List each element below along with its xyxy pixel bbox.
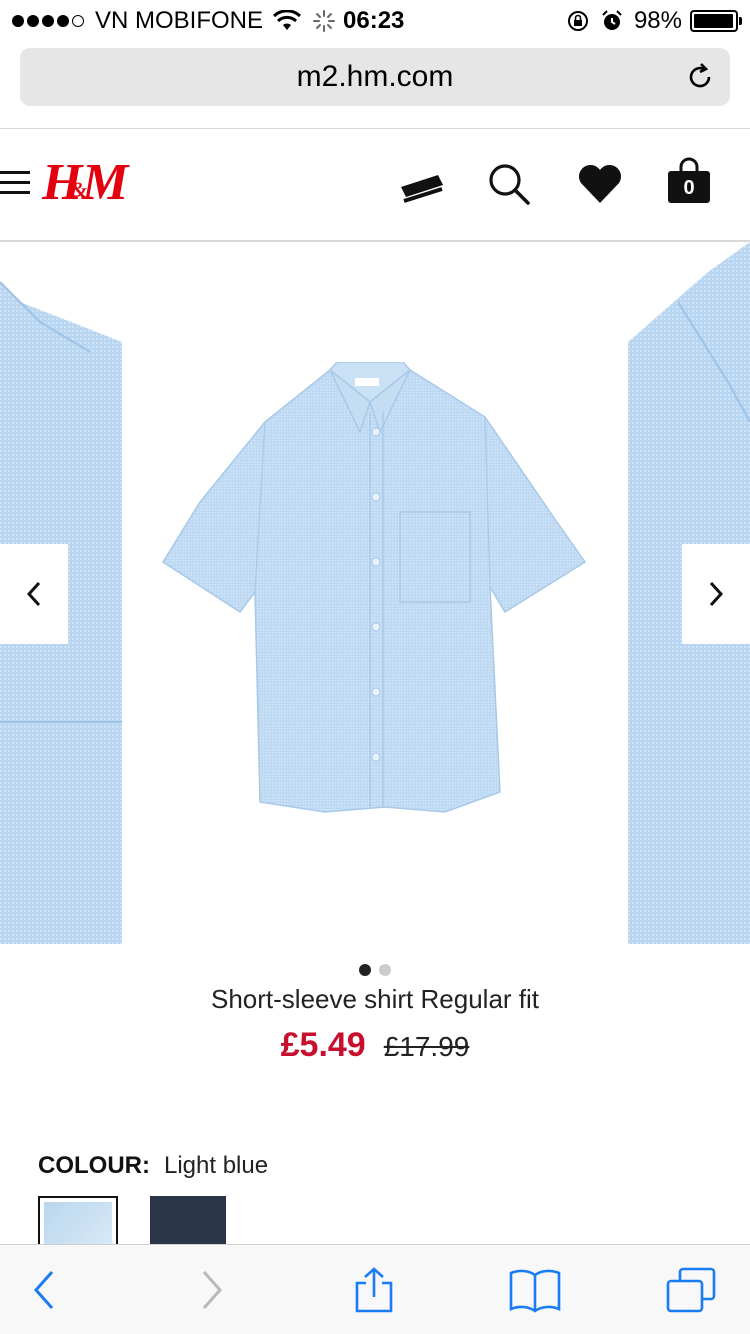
rotation-lock-icon <box>567 11 588 31</box>
activity-spinner-icon <box>313 10 336 32</box>
product-image-carousel[interactable] <box>0 242 750 952</box>
reload-icon[interactable] <box>684 61 716 93</box>
sale-price: £5.49 <box>280 1026 366 1064</box>
wifi-icon <box>273 10 302 30</box>
carousel-dot[interactable] <box>359 964 371 976</box>
carousel-next-button[interactable] <box>682 544 750 644</box>
carrier-name: VN MOBIFONE <box>95 7 264 34</box>
carousel-prev-button[interactable] <box>0 544 68 644</box>
share-icon[interactable] <box>352 1267 396 1313</box>
back-icon[interactable] <box>30 1267 58 1313</box>
address-bar[interactable]: m2.hm.com <box>20 48 730 106</box>
browser-toolbar <box>0 1244 750 1334</box>
battery-percentage: 98% <box>633 7 682 34</box>
chevron-left-icon <box>26 581 41 607</box>
forward-icon[interactable] <box>198 1267 226 1313</box>
price-row: £5.49 £17.99 <box>0 1026 750 1065</box>
tabs-icon[interactable] <box>664 1267 718 1313</box>
hm-logo[interactable]: H & M <box>42 151 132 215</box>
original-price: £17.99 <box>383 1031 470 1062</box>
colour-label: COLOUR: <box>38 1152 150 1179</box>
battery-icon <box>690 10 742 32</box>
status-time: 06:23 <box>343 7 405 34</box>
colour-row: COLOUR: Light blue <box>38 1152 268 1180</box>
status-right: 98% <box>566 7 742 35</box>
bag-item-count: 0 <box>683 177 695 199</box>
status-bar: VN MOBIFONE 06:23 98% <box>0 0 750 42</box>
carousel-dot[interactable] <box>379 964 391 976</box>
product-image-shirt <box>161 362 587 813</box>
url-text[interactable]: m2.hm.com <box>20 60 730 94</box>
chevron-right-icon <box>709 581 724 607</box>
bookmarks-icon[interactable] <box>508 1267 562 1313</box>
hamburger-menu-icon[interactable] <box>0 171 30 195</box>
signal-strength-icon <box>12 15 87 27</box>
status-left: VN MOBIFONE <box>12 7 361 35</box>
search-icon[interactable] <box>486 161 532 207</box>
svg-text:M: M <box>81 154 130 211</box>
membership-card-icon[interactable] <box>398 167 446 205</box>
colour-value: Light blue <box>163 1152 269 1179</box>
carousel-pagination[interactable] <box>0 964 750 976</box>
heart-icon[interactable] <box>576 163 624 205</box>
alarm-icon <box>602 10 622 30</box>
product-title: Short-sleeve shirt Regular fit <box>210 984 540 1014</box>
site-header: H & M 0 <box>0 129 750 241</box>
